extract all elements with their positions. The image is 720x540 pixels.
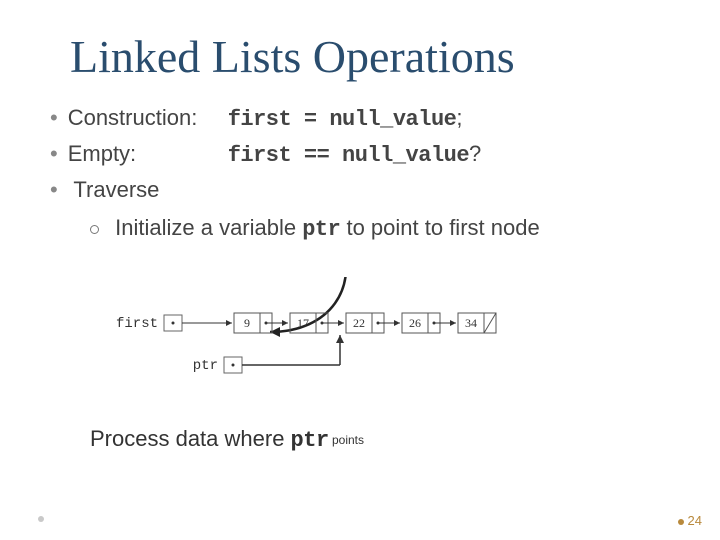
bullet-construction: • Construction: first = null_value; — [40, 101, 680, 137]
text-post: points — [329, 434, 364, 448]
code-text: first == null_value — [228, 143, 469, 168]
bullet-icon: • — [50, 101, 58, 137]
code-suffix: ; — [456, 105, 462, 130]
diagram-svg: first 9 17 22 26 34 ptr — [40, 277, 680, 397]
text-post: to point to first node — [340, 215, 539, 240]
page-dot-icon — [678, 519, 684, 525]
code-suffix: ? — [469, 141, 481, 166]
subbullet-process: Process data where ptr points — [40, 426, 680, 453]
subbullet-initialize: Initialize a variable ptr to point to fi… — [40, 211, 680, 247]
node-value: 26 — [409, 316, 421, 330]
slide: Linked Lists Operations • Construction: … — [0, 0, 720, 540]
bullet-icon: • — [50, 137, 58, 173]
node-value: 34 — [465, 316, 477, 330]
text-pre: Process data where — [90, 426, 291, 451]
circle-icon — [90, 225, 99, 234]
bullet-icon: • — [50, 177, 58, 202]
bullet-list: • Construction: first = null_value; • Em… — [40, 101, 680, 247]
code-text: first = null_value — [228, 107, 457, 132]
bullet-label: Construction: — [68, 101, 228, 137]
code-text: ptr — [302, 217, 340, 242]
page-number-text: 24 — [688, 513, 702, 528]
node-value: 22 — [353, 316, 365, 330]
page-number: 24 — [678, 513, 702, 528]
linked-list-diagram: first 9 17 22 26 34 ptr — [40, 277, 680, 402]
text-pre: Initialize a variable — [115, 215, 302, 240]
bullet-empty: • Empty: first == null_value? — [40, 137, 680, 173]
page-title: Linked Lists Operations — [70, 30, 680, 83]
bullet-traverse: • Traverse — [40, 173, 680, 207]
code-text: ptr — [291, 428, 329, 453]
bullet-label: Traverse — [73, 177, 159, 202]
node-value: 9 — [244, 316, 250, 330]
ptr-label: ptr — [193, 358, 218, 374]
node-value: 17 — [297, 316, 309, 330]
first-label: first — [116, 316, 158, 332]
bullet-label: Empty: — [68, 137, 228, 173]
decor-dot-icon — [38, 516, 44, 522]
